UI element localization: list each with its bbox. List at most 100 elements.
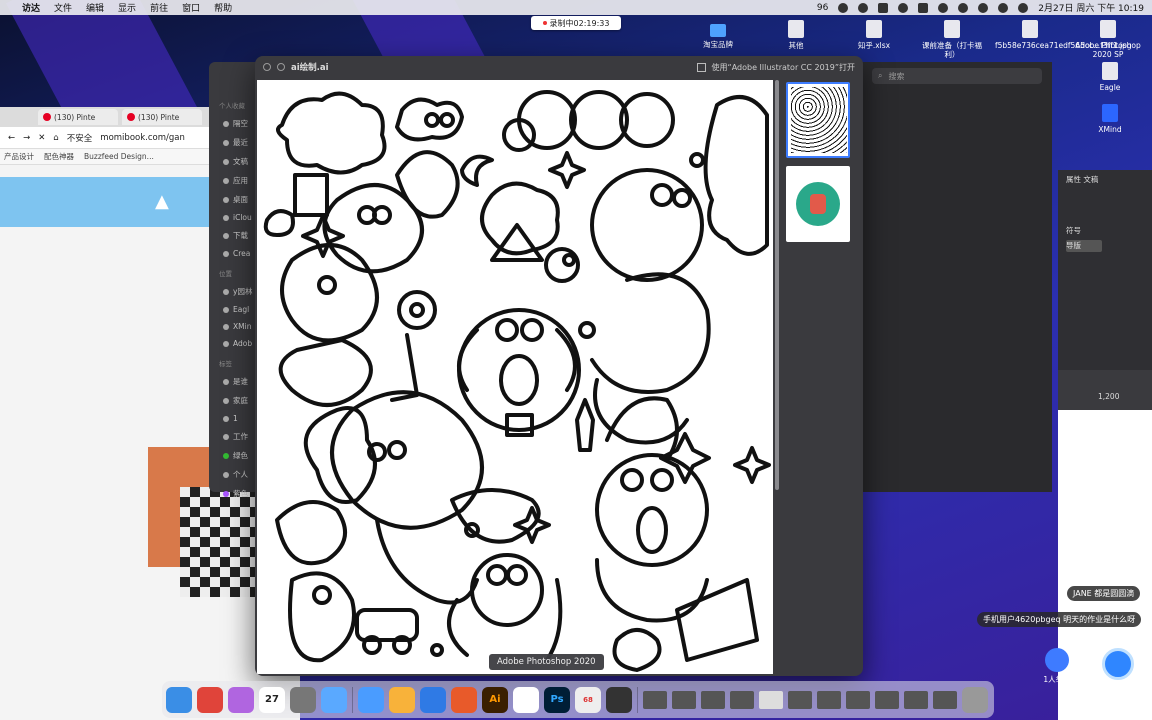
- security-label[interactable]: 不安全: [67, 132, 93, 144]
- sidebar-item-label: 紫色: [233, 489, 248, 498]
- bookmark[interactable]: 产品设计: [4, 151, 34, 162]
- open-with-button[interactable]: 使用“Adobe Illustrator CC 2019”打开: [712, 62, 855, 73]
- desktop-icon[interactable]: XMind: [1075, 104, 1145, 134]
- tag-icon: [223, 490, 229, 497]
- scrollbar[interactable]: [775, 80, 779, 490]
- thumbnail-page-1[interactable]: [786, 82, 850, 158]
- desktop-icon[interactable]: 知乎.xlsx: [839, 20, 909, 50]
- panel-field[interactable]: 导版: [1066, 240, 1102, 252]
- minimized-window[interactable]: [904, 690, 928, 709]
- browser-tab[interactable]: (130) Pinte: [38, 109, 118, 125]
- menu-go[interactable]: 前往: [150, 1, 168, 14]
- back-icon[interactable]: ←: [8, 133, 15, 143]
- live-comment: JANE 都是圆圆滴: [1067, 586, 1141, 601]
- minimized-window[interactable]: [730, 690, 754, 709]
- control-center-icon[interactable]: [1018, 2, 1029, 13]
- menu-edit[interactable]: 编辑: [86, 1, 104, 14]
- minimized-window[interactable]: [875, 690, 899, 709]
- minimized-window[interactable]: [846, 690, 870, 709]
- finder-icon[interactable]: [166, 686, 192, 713]
- notification-count[interactable]: 96: [817, 3, 828, 13]
- desktop-icon[interactable]: Adobe Photoshop 2020 SP: [1073, 20, 1143, 59]
- menu-window[interactable]: 窗口: [182, 1, 200, 14]
- screen-recorder-icon[interactable]: [606, 686, 632, 713]
- illustrator-icon[interactable]: Ai: [482, 686, 508, 713]
- tab-properties[interactable]: 属性: [1066, 175, 1081, 184]
- menu-file[interactable]: 文件: [54, 1, 72, 14]
- tab-document[interactable]: 文稿: [1083, 175, 1098, 184]
- fullscreen-icon[interactable]: [277, 63, 285, 71]
- feishu-icon[interactable]: [358, 686, 384, 713]
- disk-icon: [223, 288, 229, 295]
- minimized-window[interactable]: [643, 690, 667, 709]
- home-icon[interactable]: ⌂: [53, 133, 58, 143]
- system-preferences-icon[interactable]: [290, 686, 316, 713]
- disk-icon: [223, 306, 229, 313]
- sidebar-item-label: 最近: [233, 138, 248, 147]
- bookmark[interactable]: 配色神器: [44, 151, 74, 162]
- illustration-canvas: [257, 80, 773, 674]
- reload-icon[interactable]: ✕: [38, 133, 45, 143]
- recording-badge[interactable]: 录制中02:19:33: [531, 16, 621, 30]
- calendar-icon[interactable]: 27: [259, 686, 285, 713]
- search-icon[interactable]: [998, 2, 1009, 13]
- share-icon[interactable]: [696, 62, 706, 72]
- preview-icon[interactable]: [321, 686, 347, 713]
- qq-browser-icon[interactable]: [420, 686, 446, 713]
- photoshop-icon[interactable]: Ps: [544, 686, 570, 713]
- menu-view[interactable]: 显示: [118, 1, 136, 14]
- sidebar-item-label: Eagl: [233, 305, 250, 314]
- sidebar-item-label: iClou: [233, 213, 252, 222]
- ruler-value: 1,200: [1098, 392, 1120, 401]
- minimized-window[interactable]: [933, 690, 957, 709]
- creative-cloud-icon: [223, 250, 229, 257]
- minimized-window[interactable]: [759, 690, 783, 709]
- bookmark[interactable]: Buzzfeed Design...: [84, 152, 154, 161]
- sketch-icon[interactable]: [389, 686, 415, 713]
- screen-icon[interactable]: [878, 2, 889, 13]
- sidebar-item-label: 绿色: [233, 451, 248, 460]
- desktop-icon[interactable]: 淘宝品牌: [683, 20, 753, 49]
- thumbnail-page-2[interactable]: [786, 166, 850, 242]
- wifi-icon[interactable]: [978, 2, 989, 13]
- menu-help[interactable]: 帮助: [214, 1, 232, 14]
- sidebar-item-label: 桌面: [233, 195, 248, 204]
- chrome-icon[interactable]: [197, 686, 223, 713]
- checkered-artwork: [180, 487, 260, 597]
- desktop-icon[interactable]: 课前准备（打卡福利）: [917, 20, 987, 59]
- grid-icon[interactable]: [918, 2, 929, 13]
- live-comment: 手机用户4620pbgeq 明天的作业是什么呀: [977, 612, 1142, 627]
- minimized-window[interactable]: [672, 690, 696, 709]
- minimized-window[interactable]: [701, 690, 725, 709]
- record-dot-icon: [542, 21, 547, 25]
- bluetooth-icon[interactable]: [938, 2, 949, 13]
- search-field[interactable]: ⌕ 搜索: [872, 68, 1042, 84]
- messages-icon[interactable]: 68: [575, 686, 601, 713]
- battery-icon[interactable]: [958, 2, 969, 13]
- desktop-icon: [223, 196, 229, 203]
- desktop-icon[interactable]: f5b58e736cea71edf565cc...f3ff1.jpg: [995, 20, 1132, 50]
- xmind-app-icon[interactable]: [451, 686, 477, 713]
- browser-tab[interactable]: (130) Pinte: [122, 109, 202, 125]
- minimized-window[interactable]: [788, 690, 812, 709]
- panel-label: 符号: [1066, 226, 1081, 235]
- play-icon[interactable]: [898, 2, 909, 13]
- chat-bubble-icon[interactable]: [1102, 648, 1134, 680]
- launchpad-icon[interactable]: [228, 686, 254, 713]
- sidebar-item-label: 文稿: [233, 157, 248, 166]
- sidebar-item-label: 是谁: [233, 377, 248, 386]
- sidebar-item-label: 隔空: [233, 119, 248, 128]
- close-icon[interactable]: [263, 63, 271, 71]
- wechat-icon[interactable]: [838, 2, 849, 13]
- weibo-icon[interactable]: [858, 2, 869, 13]
- forward-icon[interactable]: →: [23, 133, 30, 143]
- trash-icon[interactable]: [962, 686, 988, 713]
- minimized-window[interactable]: [817, 690, 841, 709]
- url-text[interactable]: momibook.com/gan: [100, 133, 185, 143]
- menu-app-name[interactable]: 访达: [22, 1, 40, 14]
- desktop-icon[interactable]: Eagle: [1075, 62, 1145, 92]
- raise-hand-button[interactable]: 1人举手: [1039, 648, 1075, 686]
- clock[interactable]: 2月27日 周六 下午 10:19: [1038, 1, 1144, 14]
- pinwheel-icon[interactable]: [513, 686, 539, 713]
- desktop-icon[interactable]: 其他: [761, 20, 831, 50]
